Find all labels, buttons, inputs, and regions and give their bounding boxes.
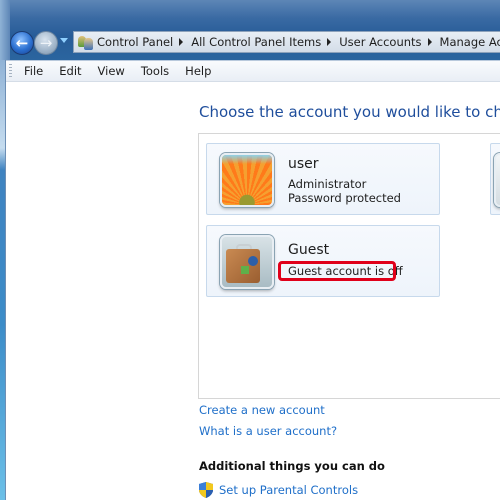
breadcrumb-separator-icon[interactable]: [327, 38, 332, 46]
menu-tools[interactable]: Tools: [141, 64, 169, 78]
breadcrumb-separator-icon[interactable]: [427, 38, 432, 46]
address-bar[interactable]: Control Panel All Control Panel Items Us…: [73, 31, 500, 53]
recent-pages-chevron-down-icon[interactable]: [60, 38, 68, 43]
account-tile-user[interactable]: user Administrator Password protected: [206, 143, 440, 215]
menu-edit[interactable]: Edit: [59, 64, 81, 78]
additional-things-heading: Additional things you can do: [199, 459, 385, 473]
what-is-user-account-link[interactable]: What is a user account?: [199, 424, 337, 438]
forward-button[interactable]: →: [34, 31, 58, 55]
menu-help[interactable]: Help: [185, 64, 211, 78]
back-button[interactable]: ←: [10, 31, 34, 55]
annotation-highlight-box: [278, 261, 396, 281]
account-status: Password protected: [288, 191, 401, 205]
uac-shield-icon: [199, 482, 213, 498]
menu-bar: File Edit View Tools Help: [6, 60, 500, 82]
forward-arrow-icon: →: [39, 34, 53, 52]
account-type: Administrator: [288, 177, 367, 191]
menu-file[interactable]: File: [24, 64, 43, 78]
create-account-link[interactable]: Create a new account: [199, 403, 325, 417]
suitcase-avatar-icon: [220, 235, 274, 289]
flower-avatar-icon: [220, 153, 274, 207]
account-name: Guest: [288, 242, 330, 258]
window-frame-edge: [0, 0, 10, 60]
breadcrumb-manage-accounts[interactable]: Manage Accounts: [440, 35, 500, 49]
menu-view[interactable]: View: [98, 64, 125, 78]
account-tile-partial[interactable]: [490, 143, 500, 215]
avatar-icon: [494, 153, 500, 207]
back-arrow-icon: ←: [15, 34, 29, 52]
breadcrumb-all-items[interactable]: All Control Panel Items: [191, 35, 321, 49]
toolbar-grip[interactable]: [9, 64, 12, 78]
breadcrumb-separator-icon[interactable]: [179, 38, 184, 46]
page-title: Choose the account you would like to cha…: [199, 103, 500, 121]
breadcrumb-user-accounts[interactable]: User Accounts: [339, 35, 421, 49]
parental-controls-link[interactable]: Set up Parental Controls: [219, 483, 358, 497]
breadcrumb-control-panel[interactable]: Control Panel: [97, 35, 173, 49]
account-name: user: [288, 156, 319, 172]
